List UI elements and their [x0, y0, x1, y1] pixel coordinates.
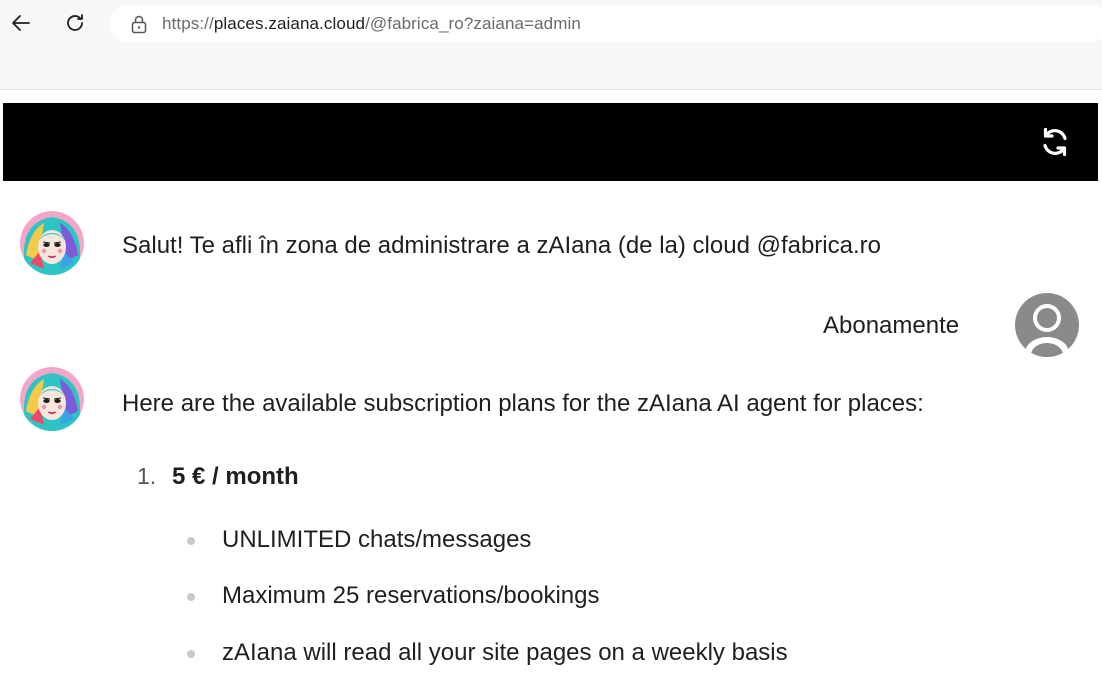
lock-icon[interactable]	[130, 14, 150, 34]
chat-area: Salut! Te afli în zona de administrare a…	[0, 181, 1102, 682]
browser-toolbar: https://places.zaiana.cloud/@fabrica_ro?…	[0, 0, 1102, 90]
bot-message-greeting: Salut! Te afli în zona de administrare a…	[122, 232, 881, 259]
user-message: Abonamente	[823, 312, 960, 339]
back-button[interactable]	[6, 8, 36, 38]
url-text[interactable]: https://places.zaiana.cloud/@fabrica_ro?…	[162, 14, 581, 34]
address-bar[interactable]: https://places.zaiana.cloud/@fabrica_ro?…	[110, 5, 1102, 42]
plan-number: 1.	[137, 463, 157, 489]
sync-icon	[1043, 127, 1067, 157]
bullet-dot	[187, 650, 195, 658]
arrow-left-icon	[12, 15, 30, 31]
bullet-dot	[187, 537, 195, 545]
refresh-button[interactable]	[1038, 125, 1072, 159]
user-avatar	[1015, 293, 1079, 357]
url-host: places.zaiana.cloud	[213, 13, 366, 33]
url-scheme: https://	[162, 13, 214, 33]
bot-avatar	[20, 211, 84, 275]
bullet-dot	[187, 593, 195, 601]
plan-feature: UNLIMITED chats/messages	[222, 526, 532, 553]
bot-avatar	[20, 367, 84, 431]
plan-title: 5 € / month	[172, 463, 299, 490]
bot-message-plans-intro: Here are the available subscription plan…	[122, 390, 924, 417]
url-path: /@fabrica_ro?zaiana=admin	[365, 13, 581, 33]
plan-feature: zAIana will read all your site pages on …	[222, 639, 788, 666]
plan-feature: Maximum 25 reservations/bookings	[222, 582, 600, 609]
reload-button[interactable]	[60, 8, 90, 38]
app-header	[3, 103, 1098, 181]
reload-icon	[67, 14, 83, 31]
